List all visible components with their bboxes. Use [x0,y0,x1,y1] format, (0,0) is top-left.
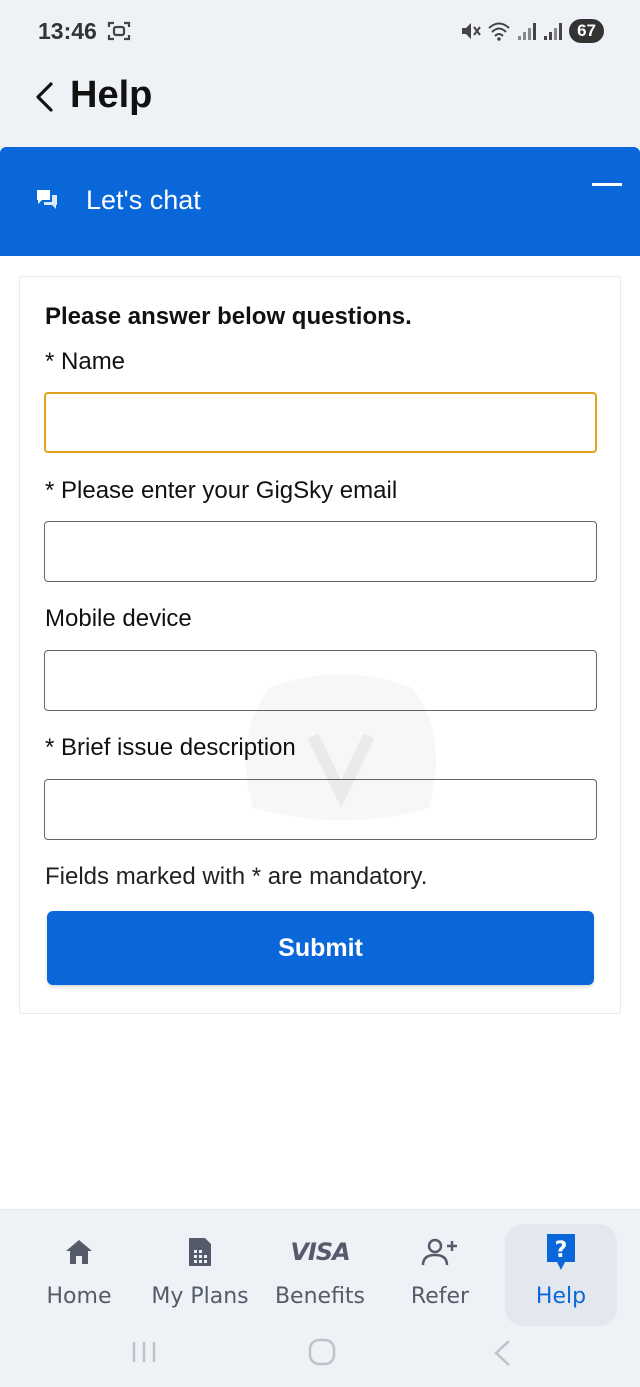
add-person-icon [420,1230,460,1274]
name-input[interactable] [44,392,597,453]
lets-chat-banner[interactable]: Let's chat [0,147,640,256]
nav-refer-label: Refer [410,1284,470,1309]
form-heading: Please answer below questions. [45,303,412,330]
submit-button[interactable]: Submit [47,911,594,985]
nav-my-plans[interactable]: My Plans [140,1224,260,1324]
nav-benefits-label: Benefits [274,1284,366,1309]
app-header: Help [0,62,640,147]
status-icons: 67 [459,18,604,44]
svg-text:?: ? [555,1238,568,1263]
nav-refer[interactable]: Refer [380,1224,500,1324]
visa-icon-text: VISA [290,1238,350,1266]
battery-indicator: 67 [569,19,604,43]
home-icon [64,1230,94,1274]
system-nav-bar [0,1320,640,1387]
home-circle-icon[interactable] [307,1338,337,1371]
status-bar: 13:46 67 [0,0,640,62]
system-back-icon[interactable] [490,1338,514,1373]
sim-card-icon [187,1230,213,1274]
nav-help-label: Help [535,1284,587,1309]
screenshot-icon [107,20,131,42]
nav-home-label: Home [46,1284,112,1309]
name-label: * Name [45,348,126,375]
wifi-icon [487,20,511,42]
nav-benefits[interactable]: VISA Benefits [260,1224,380,1324]
collapse-button[interactable] [584,169,628,199]
chat-form-card: Please answer below questions. * Name * … [19,276,621,1014]
page-title: Help [70,74,153,116]
chevron-left-icon [36,82,53,112]
back-button[interactable] [24,80,64,114]
status-time: 13:46 [38,18,97,44]
mute-icon [459,20,481,42]
signal-icon [517,20,537,42]
email-input[interactable] [44,521,597,582]
chat-bubbles-icon [34,187,60,213]
help-icon: ? [544,1230,578,1274]
nav-my-plans-label: My Plans [151,1284,249,1309]
visa-icon: VISA [290,1230,350,1274]
chat-title: Let's chat [86,185,201,215]
issue-description-label: * Brief issue description [45,734,296,761]
minus-icon [592,183,622,186]
mobile-device-input[interactable] [44,650,597,711]
nav-help[interactable]: ? Help [505,1224,617,1326]
mandatory-note: Fields marked with * are mandatory. [45,863,428,890]
issue-description-input[interactable] [44,779,597,840]
recent-apps-icon[interactable] [130,1338,158,1371]
email-label: * Please enter your GigSky email [45,477,398,504]
mobile-device-label: Mobile device [45,605,192,632]
signal-icon [543,20,563,42]
nav-home[interactable]: Home [19,1224,139,1324]
